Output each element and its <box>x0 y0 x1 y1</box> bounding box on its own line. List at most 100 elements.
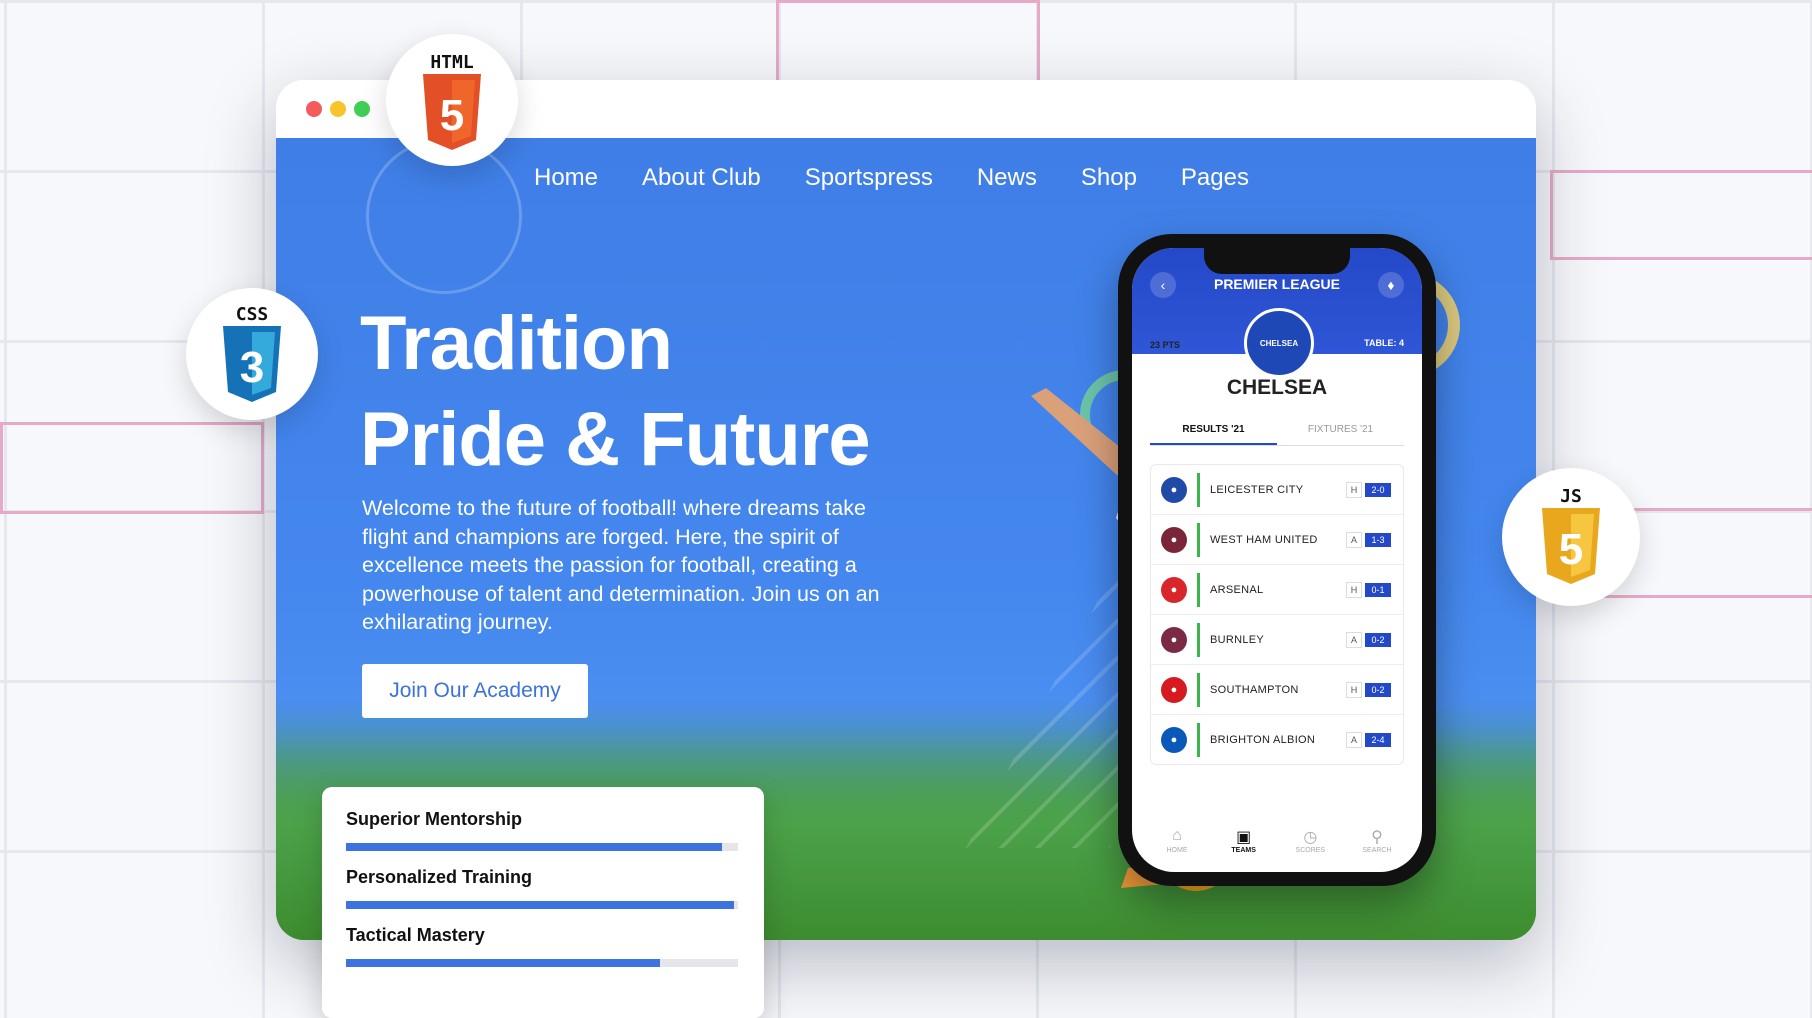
hero-title-line2: Pride & Future <box>360 397 871 482</box>
css3-shield-icon: 3 <box>223 326 281 402</box>
hero-lead: Welcome to the future of football! where… <box>362 496 880 634</box>
skill-label: Tactical Mastery <box>346 925 485 945</box>
shirt-icon: ▣ <box>1236 829 1252 846</box>
js-label: JS <box>1560 486 1582 507</box>
score: 0-2 <box>1365 682 1391 697</box>
close-dot[interactable] <box>306 101 322 117</box>
arsenal-badge-icon: ● <box>1161 576 1187 603</box>
team-name: ARSENAL <box>1210 583 1264 596</box>
nav-home[interactable]: Home <box>534 164 598 192</box>
maximize-dot[interactable] <box>354 101 370 117</box>
js-shield-icon: 5 <box>1542 508 1600 584</box>
points-label: 23 PTS <box>1150 340 1181 350</box>
results-tabs: RESULTS '21 FIXTURES '21 <box>1150 416 1404 446</box>
westham-badge-icon: ● <box>1161 526 1187 553</box>
score: 0-2 <box>1365 632 1391 647</box>
team-name: BURNLEY <box>1210 633 1265 646</box>
nav-pages[interactable]: Pages <box>1181 164 1249 192</box>
tabbar-home[interactable]: ⌂ HOME <box>1152 827 1202 854</box>
score: 2-4 <box>1365 732 1391 747</box>
team-name: SOUTHAMPTON <box>1210 683 1299 696</box>
skills-card: Superior Mentorship Personalized Trainin… <box>322 787 764 1018</box>
club-name: CHELSEA <box>1226 376 1328 399</box>
tabbar-label: HOME <box>1166 847 1188 854</box>
skill-fill <box>346 959 660 967</box>
crest-text: CHELSEA <box>1259 338 1299 348</box>
minimize-dot[interactable] <box>330 101 346 117</box>
decor-frame <box>1550 170 1812 260</box>
skill-bar <box>346 901 738 909</box>
table-position: TABLE: 4 <box>1364 338 1404 348</box>
main-nav: Home About Club Sportspress News Shop Pa… <box>534 164 1293 192</box>
bell-icon[interactable]: ♦ <box>1378 272 1404 298</box>
venue: A <box>1346 631 1362 648</box>
nav-about-club[interactable]: About Club <box>642 164 761 192</box>
skill-bar <box>346 959 738 967</box>
js-number: 5 <box>1559 525 1583 574</box>
css-label: CSS <box>235 304 269 325</box>
css3-badge: CSS 3 <box>186 288 318 420</box>
css3-number: 3 <box>240 343 264 392</box>
nav-shop[interactable]: Shop <box>1081 164 1137 192</box>
tabbar-label: TEAMS <box>1231 847 1256 854</box>
southampton-badge-icon: ● <box>1161 676 1187 703</box>
venue: H <box>1346 681 1362 698</box>
venue: H <box>1346 581 1362 598</box>
list-item[interactable]: ● LEICESTER CITY H 2-0 <box>1151 465 1403 515</box>
row-bar <box>1197 672 1200 707</box>
skill-bar <box>346 843 738 851</box>
score: 0-1 <box>1365 582 1391 597</box>
row-bar <box>1197 472 1200 507</box>
skill-fill <box>346 901 735 909</box>
results-list: ● LEICESTER CITY H 2-0 ● WEST HAM UNITED… <box>1150 464 1404 765</box>
tabbar-label: SEARCH <box>1362 847 1392 854</box>
phone-mockup: ‹ PREMIER LEAGUE ♦ 23 PTS TABLE: 4 CHELS… <box>1118 234 1436 886</box>
score: 1-3 <box>1365 532 1391 547</box>
team-name: LEICESTER CITY <box>1210 483 1304 496</box>
list-item[interactable]: ● BRIGHTON ALBION A 2-4 <box>1151 715 1403 764</box>
score: 2-0 <box>1365 482 1391 497</box>
venue: H <box>1346 481 1362 498</box>
tabbar-scores[interactable]: ◷ SCORES <box>1285 827 1335 854</box>
html5-number: 5 <box>440 91 464 140</box>
skill-label: Superior Mentorship <box>346 809 523 829</box>
home-icon: ⌂ <box>1172 827 1182 844</box>
venue: A <box>1346 531 1362 548</box>
decor-frame <box>0 422 264 514</box>
team-name: WEST HAM UNITED <box>1210 533 1318 546</box>
list-item[interactable]: ● ARSENAL H 0-1 <box>1151 565 1403 615</box>
row-bar <box>1197 722 1200 757</box>
html5-badge: HTML 5 <box>386 34 518 166</box>
phone-screen: ‹ PREMIER LEAGUE ♦ 23 PTS TABLE: 4 CHELS… <box>1132 248 1422 872</box>
join-academy-button[interactable]: Join Our Academy <box>362 664 588 718</box>
hero-title-line1: Tradition <box>360 301 673 386</box>
chelsea-crest-icon: CHELSEA <box>1244 308 1314 378</box>
list-item[interactable]: ● BURNLEY A 0-2 <box>1151 615 1403 665</box>
tabbar-label: SCORES <box>1295 847 1326 854</box>
tabbar-teams[interactable]: ▣ TEAMS <box>1219 827 1269 854</box>
decor-frame <box>776 0 1040 86</box>
skill-label: Personalized Training <box>346 867 533 887</box>
tab-results[interactable]: RESULTS '21 <box>1150 416 1277 445</box>
nav-sportspress[interactable]: Sportspress <box>805 164 933 192</box>
team-name: BRIGHTON ALBION <box>1210 733 1316 746</box>
phone-notch <box>1204 248 1350 274</box>
tab-fixtures[interactable]: FIXTURES '21 <box>1277 416 1404 445</box>
leicester-badge-icon: ● <box>1161 476 1187 503</box>
search-icon: ⚲ <box>1371 829 1383 846</box>
clock-icon: ◷ <box>1303 829 1318 846</box>
skill-fill <box>346 843 723 851</box>
nav-news[interactable]: News <box>977 164 1037 192</box>
js-badge: JS 5 <box>1502 468 1640 606</box>
list-item[interactable]: ● SOUTHAMPTON H 0-2 <box>1151 665 1403 715</box>
row-bar <box>1197 622 1200 657</box>
row-bar <box>1197 572 1200 607</box>
row-bar <box>1197 522 1200 557</box>
venue: A <box>1346 731 1362 748</box>
phone-tabbar: ⌂ HOME ▣ TEAMS ◷ SCORES ⚲ SEARCH <box>1152 827 1402 854</box>
brighton-badge-icon: ● <box>1161 726 1187 753</box>
html-label: HTML <box>430 52 474 73</box>
list-item[interactable]: ● WEST HAM UNITED A 1-3 <box>1151 515 1403 565</box>
tabbar-search[interactable]: ⚲ SEARCH <box>1352 827 1402 854</box>
burnley-badge-icon: ● <box>1161 626 1187 653</box>
